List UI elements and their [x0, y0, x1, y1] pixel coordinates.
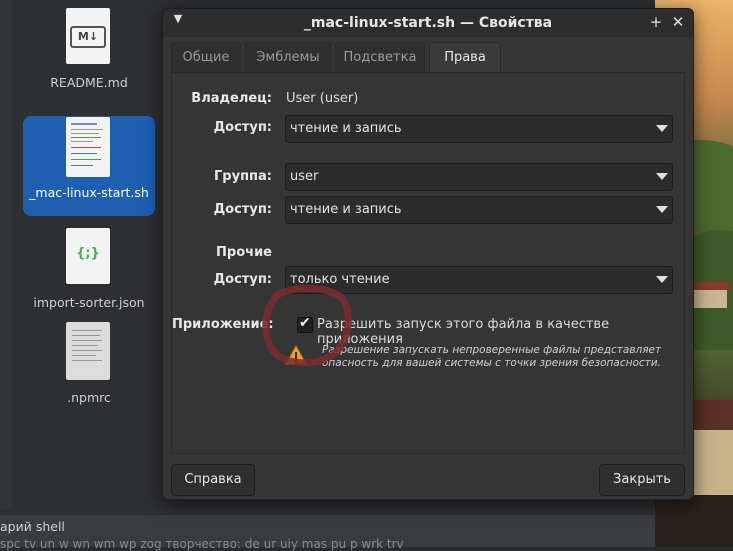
status-tags: spc tv un w wn wm wp zog творчество: de … [0, 537, 404, 551]
text-file-icon[interactable] [66, 322, 110, 380]
file-label-readme[interactable]: README.md [19, 75, 159, 90]
group-access-label: Доступ: [213, 202, 272, 217]
json-file-icon[interactable]: {;} [66, 228, 110, 284]
group-combo[interactable]: user [285, 163, 673, 191]
others-label: Прочие [216, 245, 272, 260]
status-text: арий shell [0, 519, 65, 534]
left-pane-edge [0, 0, 12, 510]
owner-access-label: Доступ: [213, 120, 272, 135]
group-label: Группа: [214, 169, 272, 184]
shell-script-icon[interactable] [66, 117, 110, 177]
chevron-down-icon [656, 206, 668, 213]
properties-dialog: ▼ _mac-linux-start.sh — Свойства + ✕ Общ… [162, 8, 694, 500]
markdown-file-icon[interactable]: M↓ [66, 8, 110, 64]
owner-label: Владелец: [191, 91, 272, 106]
annotation-circle [262, 284, 352, 367]
dialog-titlebar[interactable]: ▼ _mac-linux-start.sh — Свойства + ✕ [163, 9, 693, 37]
tab-emblems[interactable]: Эмблемы [245, 42, 331, 73]
warning-text-line1: Разрешение запускать непроверенные файлы… [322, 344, 662, 356]
chevron-down-icon [656, 173, 668, 180]
maximize-icon[interactable]: + [647, 13, 665, 31]
markdown-glyph: M↓ [70, 26, 106, 48]
chevron-down-icon [656, 276, 668, 283]
owner-value: User (user) [286, 91, 359, 106]
warning-text-line2: опасность для вашей системы с точки зрен… [322, 357, 661, 369]
close-icon[interactable]: ✕ [669, 13, 687, 31]
tab-highlight[interactable]: Подсветка [335, 42, 425, 73]
dialog-title: _mac-linux-start.sh — Свойства [303, 15, 553, 31]
chevron-down-icon [656, 125, 668, 132]
close-button[interactable]: Закрыть [599, 464, 685, 496]
tab-general[interactable]: Общие [171, 42, 241, 73]
owner-access-value: чтение и запись [290, 121, 402, 136]
owner-access-combo[interactable]: чтение и запись [285, 115, 673, 143]
file-label-import-sorter[interactable]: import-sorter.json [19, 295, 159, 310]
file-label-mac-linux-start[interactable]: _mac-linux-start.sh [19, 185, 159, 200]
execute-checkbox-label[interactable]: Разрешить запуск этого файла в качестве … [317, 317, 684, 347]
group-access-value: чтение и запись [290, 202, 402, 217]
permissions-panel: Владелец: User (user) Доступ: чтение и з… [171, 72, 685, 454]
help-button[interactable]: Справка [171, 464, 255, 496]
group-value: user [290, 169, 319, 184]
group-access-combo[interactable]: чтение и запись [285, 196, 673, 224]
status-bar: арий shell spc tv un w wn wm wp zog твор… [0, 515, 655, 551]
json-glyph: {;} [76, 246, 100, 261]
file-label-npmrc[interactable]: .npmrc [19, 390, 159, 405]
tab-permissions[interactable]: Права [429, 42, 501, 73]
